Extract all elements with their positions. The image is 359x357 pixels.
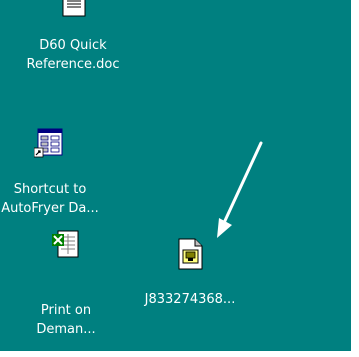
pointer-arrow-icon (217, 141, 263, 238)
desktop: D60 Quick Reference.doc Shortcut to Auto… (0, 0, 351, 351)
